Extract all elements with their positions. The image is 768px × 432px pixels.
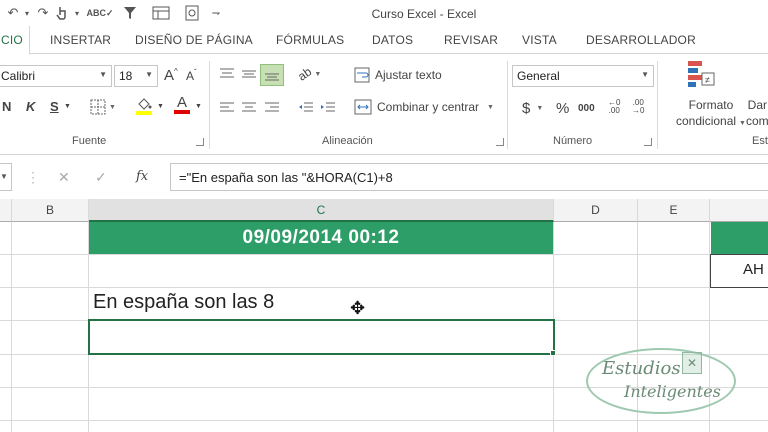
conditional-format-icon: ≠ bbox=[686, 59, 716, 89]
align-left-icon[interactable] bbox=[219, 101, 235, 115]
grid-line bbox=[0, 287, 768, 288]
column-header-f[interactable] bbox=[710, 199, 768, 222]
column-header-d[interactable]: D bbox=[554, 199, 638, 222]
group-divider bbox=[657, 61, 658, 149]
fill-color-icon[interactable] bbox=[136, 97, 152, 115]
merge-center-label: Combinar y centrar bbox=[377, 100, 480, 114]
percent-button[interactable]: % bbox=[556, 100, 569, 117]
conditional-format-button[interactable]: Formato condicional ▼ bbox=[676, 97, 746, 132]
wrap-text-label: Ajustar texto bbox=[375, 68, 442, 82]
name-box[interactable]: ▼ bbox=[0, 163, 12, 191]
insert-function-icon[interactable]: fx bbox=[136, 169, 148, 184]
estudios-inteligentes-logo: ✕ Estudios Inteligentes bbox=[584, 346, 740, 416]
font-group-label: Fuente bbox=[72, 135, 107, 147]
cancel-icon[interactable]: ✕ bbox=[58, 169, 70, 186]
borders-icon[interactable]: ▼ bbox=[90, 99, 116, 115]
drag-handle-icon[interactable]: ⋮ bbox=[26, 169, 40, 186]
font-name-value: Calibri bbox=[1, 69, 36, 83]
logo-mark-icon: ✕ bbox=[682, 352, 702, 374]
decrease-indent-icon[interactable] bbox=[298, 101, 314, 115]
align-middle-icon[interactable] bbox=[241, 67, 257, 81]
align-top-icon[interactable] bbox=[219, 67, 235, 81]
column-header-c[interactable]: C bbox=[89, 199, 554, 222]
increase-font-icon[interactable]: A ^ bbox=[164, 67, 178, 84]
font-size-value: 18 bbox=[119, 69, 133, 83]
grid-line bbox=[0, 420, 768, 421]
font-dialog-launcher-icon[interactable] bbox=[196, 138, 204, 146]
number-group-label: Número bbox=[553, 135, 593, 147]
merge-center-button[interactable]: Combinar y centrar ▼ bbox=[354, 99, 494, 115]
alignment-dialog-launcher-icon[interactable] bbox=[496, 138, 504, 146]
logo-line-2: Inteligentes bbox=[624, 382, 721, 401]
cell-c3-text[interactable]: En españa son las 8 bbox=[93, 291, 274, 314]
tab-datos[interactable]: DATOS bbox=[372, 26, 413, 54]
number-format-select[interactable]: General ▼ bbox=[512, 65, 654, 87]
cell-c1-datetime[interactable]: 09/09/2014 00:12 bbox=[89, 222, 553, 254]
merge-center-icon bbox=[354, 99, 372, 115]
increase-decimal-icon[interactable]: ←0.00 bbox=[608, 99, 620, 115]
ribbon-tabs: CIO INSERTAR DISEÑO DE PÁGINA FÓRMULAS D… bbox=[0, 26, 768, 55]
cell-cursor-icon: ✥ bbox=[350, 298, 366, 318]
wrap-text-icon bbox=[354, 67, 370, 83]
column-header-e[interactable]: E bbox=[638, 199, 710, 222]
currency-button[interactable]: $ ▼ bbox=[522, 100, 543, 117]
number-format-value: General bbox=[517, 69, 560, 83]
format-as-table-button[interactable]: Dar com bbox=[746, 97, 768, 129]
font-size-select[interactable]: 18 ▼ bbox=[114, 65, 158, 87]
currency-label: $ bbox=[522, 100, 531, 117]
font-color-dropdown-icon[interactable]: ▼ bbox=[195, 103, 202, 110]
chevron-down-icon: ▼ bbox=[145, 70, 153, 79]
decrease-font-icon[interactable]: Aˇ bbox=[186, 68, 197, 84]
cell-g2[interactable]: AH bbox=[710, 254, 768, 288]
logo-line-1: Estudios bbox=[602, 358, 681, 379]
tab-diseno-de-pagina[interactable]: DISEÑO DE PÁGINA bbox=[135, 26, 253, 54]
group-divider bbox=[507, 61, 508, 149]
tab-insertar[interactable]: INSERTAR bbox=[50, 26, 111, 54]
conditional-format-label-1: Formato bbox=[688, 98, 734, 112]
fill-dropdown-icon[interactable]: ▼ bbox=[157, 103, 164, 110]
cell-g1-header[interactable] bbox=[711, 222, 768, 254]
ribbon: Calibri ▼ 18 ▼ A ^ Aˇ N K S ▼ ▼ ▼ A ▼ Fue… bbox=[0, 55, 768, 155]
format-table-label-1: Dar bbox=[747, 98, 767, 112]
conditional-format-label-2: condicional ▼ bbox=[676, 114, 746, 128]
title-bar: ↶ ▾ ↷ ▾ ABC✓ ⇁ Curso Excel - Excel bbox=[0, 0, 768, 26]
styles-group-label: Est bbox=[752, 135, 768, 147]
formula-bar: ▼ ⋮ ✕ ✓ fx ="En españa son las "&HORA(C1… bbox=[0, 163, 768, 191]
bold-button[interactable]: N bbox=[2, 99, 11, 114]
tab-vista[interactable]: VISTA bbox=[522, 26, 557, 54]
tab-inicio[interactable]: CIO bbox=[0, 26, 30, 55]
decrease-decimal-icon[interactable]: .00 →0 bbox=[632, 99, 644, 115]
font-color-icon[interactable]: A bbox=[174, 95, 190, 114]
chevron-down-icon: ▼ bbox=[0, 172, 8, 181]
thousands-button[interactable]: 000 bbox=[578, 103, 595, 114]
tab-desarrollador[interactable]: DESARROLLADOR bbox=[586, 26, 696, 54]
align-center-icon[interactable] bbox=[241, 101, 257, 115]
underline-button[interactable]: S bbox=[50, 99, 59, 114]
increase-indent-icon[interactable] bbox=[320, 101, 336, 115]
formula-input[interactable]: ="En españa son las "&HORA(C1)+8 bbox=[170, 163, 768, 191]
alignment-group-label: Alineación bbox=[322, 135, 373, 147]
align-right-icon[interactable] bbox=[264, 101, 280, 115]
wrap-text-button[interactable]: Ajustar texto bbox=[354, 67, 442, 83]
font-name-select[interactable]: Calibri ▼ bbox=[0, 65, 112, 87]
enter-icon[interactable]: ✓ bbox=[95, 169, 107, 186]
fill-handle[interactable] bbox=[550, 350, 556, 356]
window-title: Curso Excel - Excel bbox=[371, 7, 477, 21]
align-bottom-icon[interactable] bbox=[260, 64, 284, 86]
column-header-a[interactable] bbox=[0, 199, 12, 222]
svg-text:≠: ≠ bbox=[705, 75, 710, 85]
number-dialog-launcher-icon[interactable] bbox=[644, 138, 652, 146]
format-table-label-2: com bbox=[746, 114, 768, 128]
italic-button[interactable]: K bbox=[26, 99, 35, 114]
column-header-b[interactable]: B bbox=[12, 199, 89, 222]
group-divider bbox=[209, 61, 210, 149]
active-cell-selection[interactable] bbox=[88, 319, 555, 355]
underline-dropdown-icon[interactable]: ▼ bbox=[64, 103, 71, 110]
grid-line bbox=[0, 254, 768, 255]
chevron-down-icon: ▼ bbox=[99, 70, 107, 79]
tab-formulas[interactable]: FÓRMULAS bbox=[276, 26, 344, 54]
tab-revisar[interactable]: REVISAR bbox=[444, 26, 498, 54]
chevron-down-icon: ▼ bbox=[641, 70, 649, 79]
orientation-icon[interactable]: ab ▼ bbox=[295, 64, 321, 83]
